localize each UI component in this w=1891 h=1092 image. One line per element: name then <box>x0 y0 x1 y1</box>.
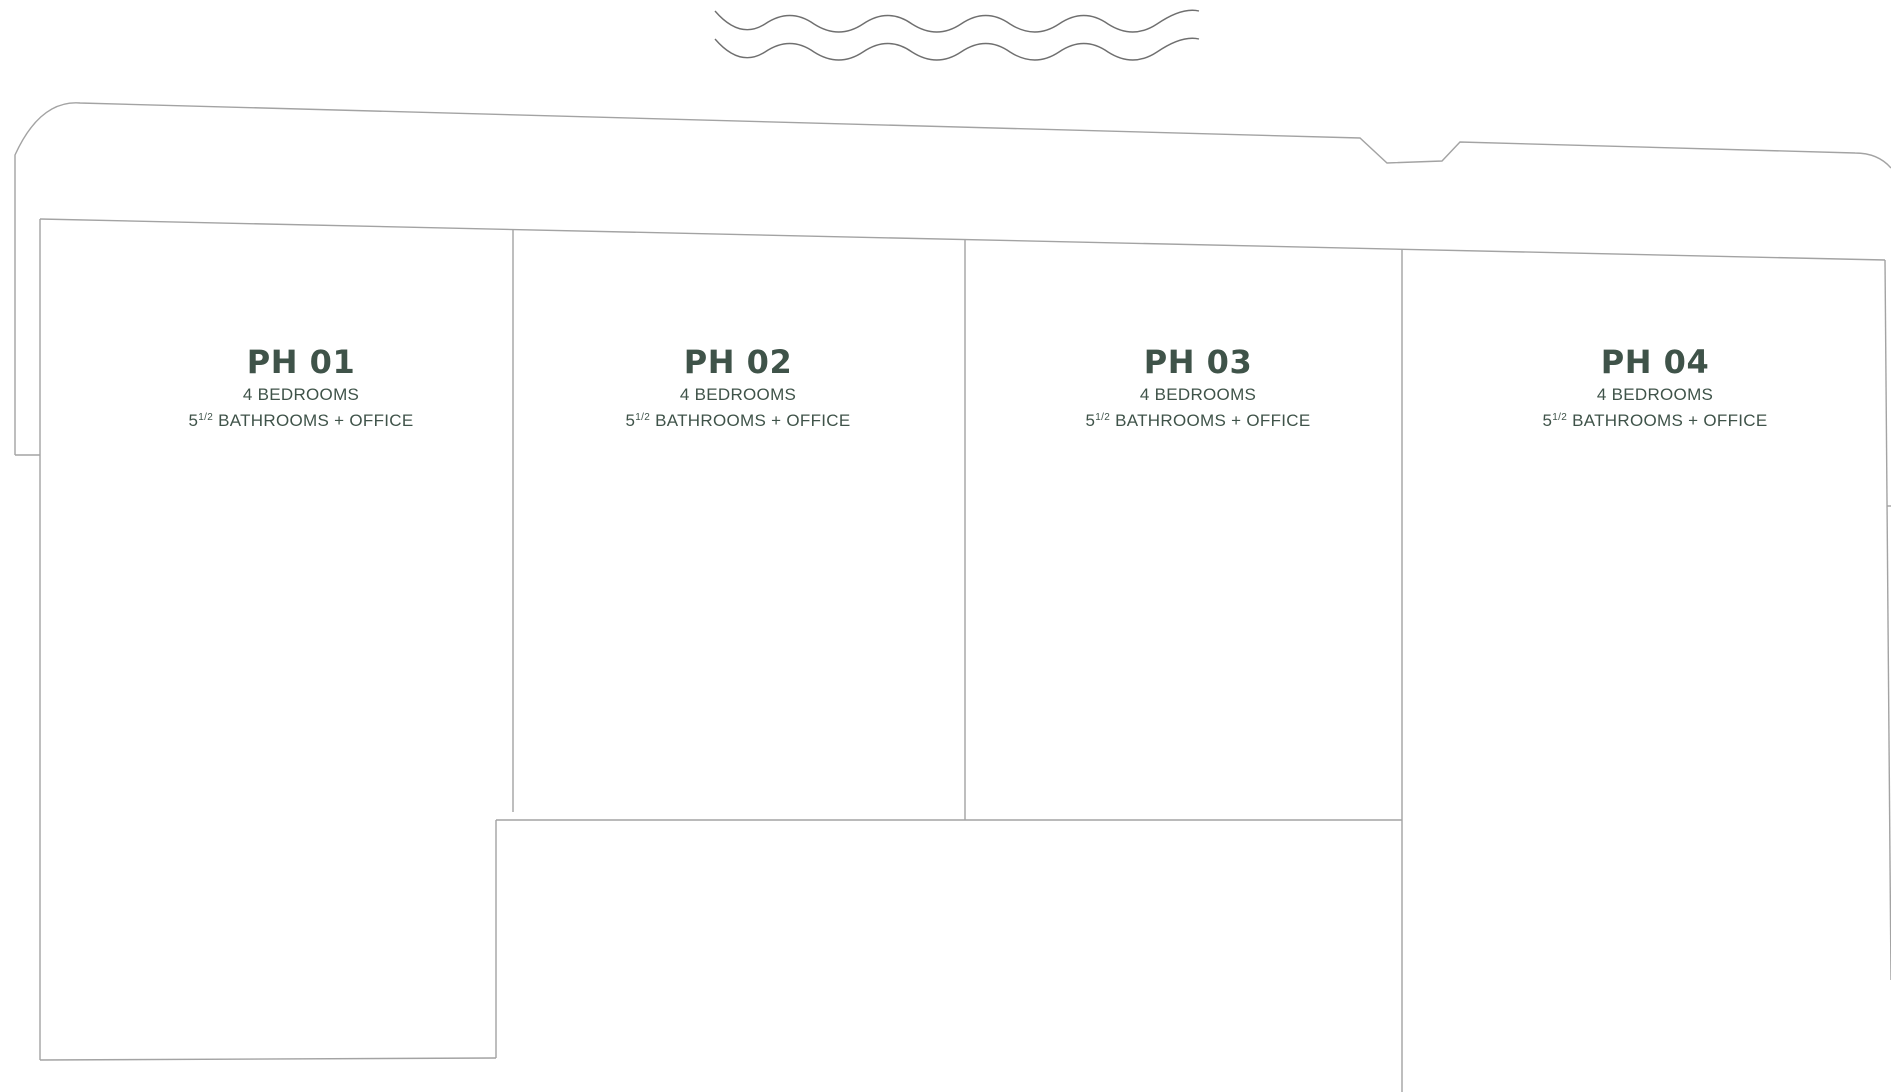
bath-fraction: 1/2 <box>635 412 651 423</box>
bath-fraction: 1/2 <box>1552 412 1568 423</box>
unit-label-ph04[interactable]: PH 04 4 BEDROOMS 51/2 BATHROOMS + OFFICE <box>1475 342 1835 437</box>
building-right-wall <box>1884 259 1891 981</box>
bath-fraction: 1/2 <box>198 412 214 423</box>
building-bottom-wall-ph01 <box>39 1057 497 1061</box>
floorplan-diagram <box>14 9 1891 1092</box>
unit-label-ph02[interactable]: PH 02 4 BEDROOMS 51/2 BATHROOMS + OFFICE <box>558 342 918 437</box>
water-wave-top <box>714 9 1200 33</box>
unit-bathrooms: 51/2 BATHROOMS + OFFICE <box>1475 408 1835 437</box>
bath-number: 5 <box>188 411 199 430</box>
unit-label-ph03[interactable]: PH 03 4 BEDROOMS 51/2 BATHROOMS + OFFICE <box>1018 342 1378 437</box>
water-wave-bottom <box>714 37 1200 61</box>
bath-rest: BATHROOMS + OFFICE <box>1567 411 1768 430</box>
bath-number: 5 <box>1085 411 1096 430</box>
unit-name: PH 04 <box>1600 343 1710 381</box>
unit-bathrooms: 51/2 BATHROOMS + OFFICE <box>121 408 481 437</box>
unit-bedrooms: 4 BEDROOMS <box>242 385 360 404</box>
bath-number: 5 <box>1542 411 1553 430</box>
unit-name: PH 02 <box>683 343 793 381</box>
building-top-wall <box>39 218 1886 261</box>
unit-name: PH 01 <box>246 343 356 381</box>
unit-bedrooms: 4 BEDROOMS <box>1596 385 1714 404</box>
unit-bedrooms: 4 BEDROOMS <box>679 385 797 404</box>
unit-label-ph01[interactable]: PH 01 4 BEDROOMS 51/2 BATHROOMS + OFFICE <box>121 342 481 437</box>
unit-bathrooms: 51/2 BATHROOMS + OFFICE <box>558 408 918 437</box>
bath-fraction: 1/2 <box>1095 412 1111 423</box>
bath-number: 5 <box>625 411 636 430</box>
unit-name: PH 03 <box>1143 343 1253 381</box>
unit-bathrooms: 51/2 BATHROOMS + OFFICE <box>1018 408 1378 437</box>
bath-rest: BATHROOMS + OFFICE <box>213 411 414 430</box>
unit-bedrooms: 4 BEDROOMS <box>1139 385 1257 404</box>
bath-rest: BATHROOMS + OFFICE <box>1110 411 1311 430</box>
bath-rest: BATHROOMS + OFFICE <box>650 411 851 430</box>
